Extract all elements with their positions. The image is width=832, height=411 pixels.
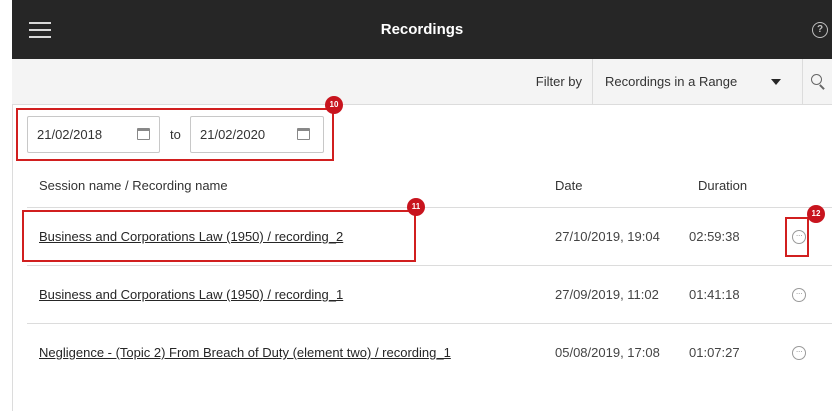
column-header-name: Session name / Recording name xyxy=(39,178,228,193)
recording-date: 05/08/2019, 17:08 xyxy=(555,345,660,360)
date-range-highlight xyxy=(16,108,334,161)
annotation-badge-11: 11 xyxy=(407,198,425,216)
annotation-badge-10: 10 xyxy=(325,96,343,114)
recording-link[interactable]: Business and Corporations Law (1950) / r… xyxy=(39,266,343,324)
recording-date: 27/09/2019, 11:02 xyxy=(555,287,659,302)
annotation-badge-12: 12 xyxy=(807,205,825,223)
recording-duration: 01:07:27 xyxy=(689,345,740,360)
more-options-icon[interactable]: ··· xyxy=(792,346,806,360)
recording-link[interactable]: Negligence - (Topic 2) From Breach of Du… xyxy=(39,324,451,382)
column-header-date: Date xyxy=(555,178,583,193)
more-options-icon[interactable]: ··· xyxy=(792,288,806,302)
page-title: Recordings xyxy=(380,21,464,38)
caret-down-icon xyxy=(771,79,781,85)
help-icon[interactable]: ? xyxy=(812,22,828,38)
recording-highlight xyxy=(22,210,416,262)
recording-date: 27/10/2019, 19:04 xyxy=(555,229,660,244)
table-row: Negligence - (Topic 2) From Breach of Du… xyxy=(27,324,832,382)
filter-by-label: Filter by xyxy=(535,74,582,89)
panel-border xyxy=(12,105,13,411)
more-options-highlight xyxy=(785,217,809,257)
filter-select-value: Recordings in a Range xyxy=(605,74,738,89)
top-bar: Recordings ? xyxy=(12,0,832,59)
table-row: Business and Corporations Law (1950) / r… xyxy=(27,266,832,324)
recording-duration: 02:59:38 xyxy=(689,229,740,244)
column-header-duration: Duration xyxy=(698,178,748,193)
filter-bar: Filter by Recordings in a Range xyxy=(12,59,832,105)
recording-duration: 01:41:18 xyxy=(689,287,740,302)
filter-select[interactable]: Recordings in a Range xyxy=(592,59,803,105)
search-icon[interactable] xyxy=(811,74,825,90)
